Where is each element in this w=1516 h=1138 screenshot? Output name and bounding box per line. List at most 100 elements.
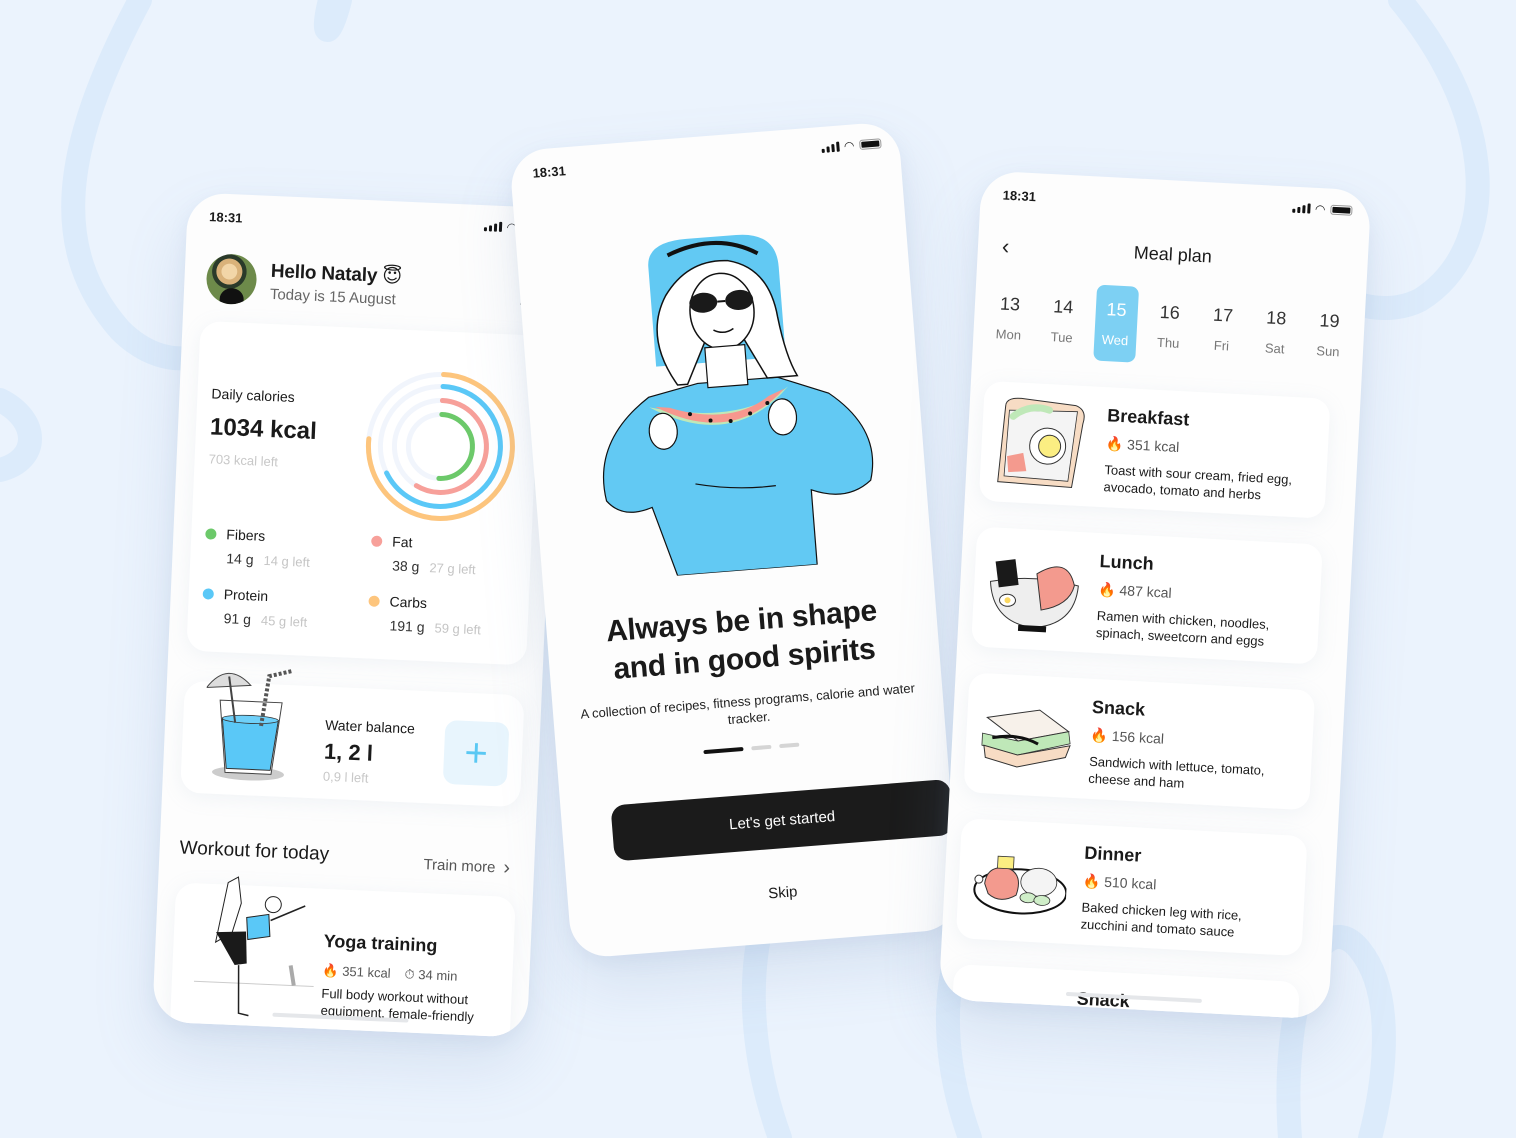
meal-name: Dinner xyxy=(1083,842,1142,866)
macro-rings-chart xyxy=(365,371,515,521)
water-value: 1, 2 l xyxy=(323,738,374,766)
angel-emoji-icon: 😇 xyxy=(381,265,403,288)
macro-remaining: 14 g left xyxy=(263,552,311,570)
fire-icon: 🔥 xyxy=(1090,726,1109,744)
add-water-button[interactable]: + xyxy=(442,719,510,787)
day-thu[interactable]: 16 Thu xyxy=(1146,287,1192,365)
macro-amount: 191 g xyxy=(389,617,425,635)
water-label: Water balance xyxy=(324,716,416,737)
meal-description: Baked chicken leg with rice, zucchini an… xyxy=(1080,899,1243,940)
meal-card-dinner[interactable]: Dinner 🔥 510 kcal Baked chicken leg with… xyxy=(955,818,1308,957)
calories-label: Daily calories xyxy=(211,385,296,406)
kcal-value: 351 kcal xyxy=(1126,436,1180,456)
meal-card-breakfast[interactable]: Breakfast 🔥 351 kcal Toast with sour cre… xyxy=(978,380,1331,519)
macro-remaining: 45 g left xyxy=(260,612,308,630)
day-wed-selected[interactable]: 15 Wed xyxy=(1092,284,1139,363)
workout-meta: 🔥 351 kcal ⏱ 34 min xyxy=(322,963,458,985)
workout-description: Full body workout without equipment, fem… xyxy=(320,985,475,1025)
day-name: Wed xyxy=(1101,331,1129,349)
onboarding-headline: Always be in shape and in good spirits xyxy=(546,588,941,694)
signal-icon xyxy=(483,221,502,232)
kcal-value: 156 kcal xyxy=(1111,727,1165,747)
macro-name: Fat xyxy=(391,533,413,551)
fire-icon: 🔥 xyxy=(322,962,339,979)
home-screen: 18:31 ◠ Hello Nataly 😇 Today is 15 Augus… xyxy=(152,192,563,1038)
train-more-link[interactable]: Train more › xyxy=(423,853,510,880)
macro-remaining: 59 g left xyxy=(434,620,482,638)
page-dot-2[interactable] xyxy=(751,744,772,751)
meal-kcal: 🔥 351 kcal xyxy=(1105,435,1179,456)
workout-card-yoga[interactable]: Yoga training 🔥 351 kcal ⏱ 34 min Full b… xyxy=(169,876,516,1038)
calories-remaining: 703 kcal left xyxy=(208,451,279,470)
day-number: 18 xyxy=(1265,307,1287,329)
day-sat[interactable]: 18 Sat xyxy=(1253,293,1299,371)
fire-icon: 🔥 xyxy=(1082,872,1101,890)
meal-name: Lunch xyxy=(1099,551,1155,574)
workout-section-title: Workout for today xyxy=(179,837,330,865)
day-name: Sat xyxy=(1264,340,1285,357)
meal-card-lunch[interactable]: Lunch 🔥 487 kcal Ramen with chicken, noo… xyxy=(971,526,1323,665)
day-sun[interactable]: 19 Sun xyxy=(1306,296,1352,374)
macro-amount: 91 g xyxy=(223,610,252,628)
day-number: 19 xyxy=(1319,310,1341,332)
date-line: Today is 15 August xyxy=(269,285,397,308)
protein-dot xyxy=(202,587,215,600)
week-day-selector: 13 Mon 14 Tue 15 Wed 16 Thu 17 Fri 18 Sat 19 Su… xyxy=(986,279,1351,374)
page-dot-3[interactable] xyxy=(779,742,800,749)
water-remaining: 0,9 l left xyxy=(322,768,369,786)
avatar[interactable] xyxy=(205,253,258,306)
day-name: Sun xyxy=(1316,343,1340,360)
macro-name: Protein xyxy=(223,586,269,605)
signal-icon xyxy=(1291,203,1311,214)
workout-name: Yoga training xyxy=(323,930,438,956)
macro-protein: Protein 91 g 45 g left xyxy=(201,585,308,630)
toast-icon xyxy=(997,397,1085,489)
wifi-icon: ◠ xyxy=(843,138,855,154)
meal-description: Ramen with chicken, noodles, spinach, sw… xyxy=(1095,607,1270,649)
day-fri[interactable]: 17 Fri xyxy=(1199,290,1245,368)
skip-button[interactable]: Skip xyxy=(608,871,958,915)
day-mon[interactable]: 13 Mon xyxy=(986,279,1032,357)
kcal-value: 487 kcal xyxy=(1119,582,1173,601)
meal-card-snack[interactable]: Snack 🔥 156 kcal Sandwich with lettuce, … xyxy=(963,672,1316,811)
chicken-plate-icon xyxy=(973,855,1068,915)
meal-name: Snack xyxy=(1091,696,1146,720)
greeting-header: Hello Nataly 😇 Today is 15 August xyxy=(205,253,402,311)
get-started-button[interactable]: Let's get started xyxy=(610,778,954,862)
meal-description: Sandwich with lettuce, tomato, cheese an… xyxy=(1087,753,1265,791)
status-bar: 18:31 ◠ xyxy=(509,121,901,191)
meal-kcal: 🔥 156 kcal xyxy=(1090,727,1164,748)
meal-kcal: 🔥 487 kcal xyxy=(1098,581,1172,602)
macro-amount: 14 g xyxy=(226,550,254,568)
battery-icon xyxy=(859,138,882,151)
status-time: 18:31 xyxy=(532,163,567,181)
workout-kcal: 351 kcal xyxy=(341,963,391,981)
meal-kcal: 🔥 510 kcal xyxy=(1082,872,1157,894)
meal-card-snack-2[interactable]: Snack xyxy=(948,964,1300,1020)
macro-amount: 38 g xyxy=(391,557,420,575)
kcal-value: 510 kcal xyxy=(1103,873,1157,893)
fibers-dot xyxy=(205,527,217,540)
page-title: Meal plan xyxy=(1133,242,1213,267)
day-number: 16 xyxy=(1159,301,1181,323)
workout-duration: 34 min xyxy=(418,967,458,984)
ramen-icon xyxy=(989,559,1079,633)
day-tue[interactable]: 14 Tue xyxy=(1040,282,1086,360)
carbs-dot xyxy=(368,594,380,607)
macro-name: Carbs xyxy=(389,593,428,612)
daily-calories-card[interactable]: Daily calories 1034 kcal 703 kcal left F… xyxy=(186,320,541,666)
train-more-label: Train more xyxy=(423,856,496,877)
day-name: Thu xyxy=(1156,334,1180,351)
meal-description: Toast with sour cream, fried egg, avocad… xyxy=(1103,462,1293,503)
fire-icon: 🔥 xyxy=(1105,435,1124,453)
macro-fibers: Fibers 14 g 14 g left xyxy=(204,525,311,570)
meal-name: Breakfast xyxy=(1106,405,1190,430)
calories-value: 1034 kcal xyxy=(209,413,318,446)
sandwich-icon xyxy=(981,709,1071,768)
water-glass-icon xyxy=(205,669,292,781)
onboarding-screen: 18:31 ◠ Always be in shape and in good s… xyxy=(508,120,962,960)
greeting-title: Hello Nataly 😇 xyxy=(270,260,403,288)
day-number: 14 xyxy=(1052,296,1074,318)
page-dot-1[interactable] xyxy=(703,746,744,755)
macro-remaining: 27 g left xyxy=(429,560,476,578)
